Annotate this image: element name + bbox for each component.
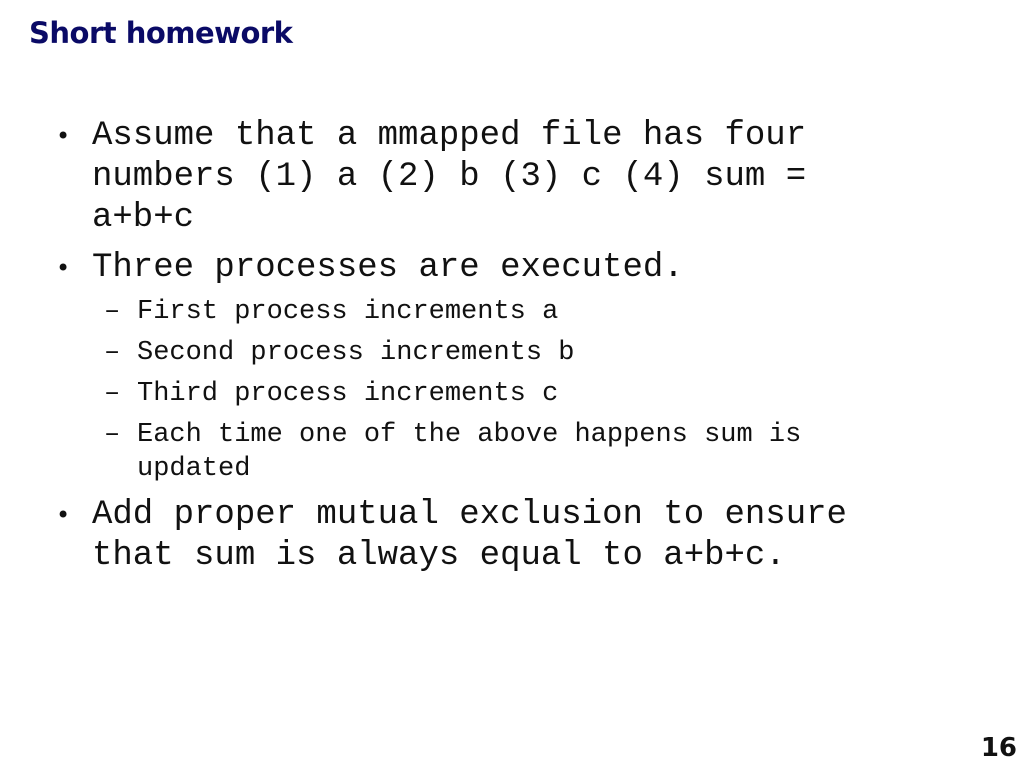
sub-bullet-text: updated bbox=[137, 454, 251, 484]
bullet-icon: • bbox=[56, 254, 71, 282]
dash-icon: – bbox=[104, 297, 121, 327]
bullet-text-line: Assume that a mmapped file has four bbox=[92, 117, 807, 155]
bullet-text-line: Add proper mutual exclusion to ensure bbox=[92, 496, 847, 534]
sub-bullet-text: First process increments a bbox=[137, 297, 559, 327]
sub-bullet-text: Each time one of the above happens sum i… bbox=[137, 420, 802, 450]
dash-icon: – bbox=[104, 420, 121, 450]
bullet-text-line: Three processes are executed. bbox=[92, 249, 684, 287]
slide-title: Short homework bbox=[29, 16, 293, 50]
bullet-text-line: that sum is always equal to a+b+c. bbox=[92, 537, 786, 575]
page-number: 16 bbox=[980, 733, 1017, 763]
sub-bullet-text: Second process increments b bbox=[137, 338, 575, 368]
sub-bullet-text: Third process increments c bbox=[137, 379, 559, 409]
dash-icon: – bbox=[104, 338, 121, 368]
bullet-icon: • bbox=[56, 501, 71, 529]
bullet-text-line: numbers (1) a (2) b (3) c (4) sum = bbox=[92, 158, 807, 196]
dash-icon: – bbox=[104, 379, 121, 409]
bullet-icon: • bbox=[56, 122, 71, 150]
bullet-text-line: a+b+c bbox=[92, 199, 195, 237]
